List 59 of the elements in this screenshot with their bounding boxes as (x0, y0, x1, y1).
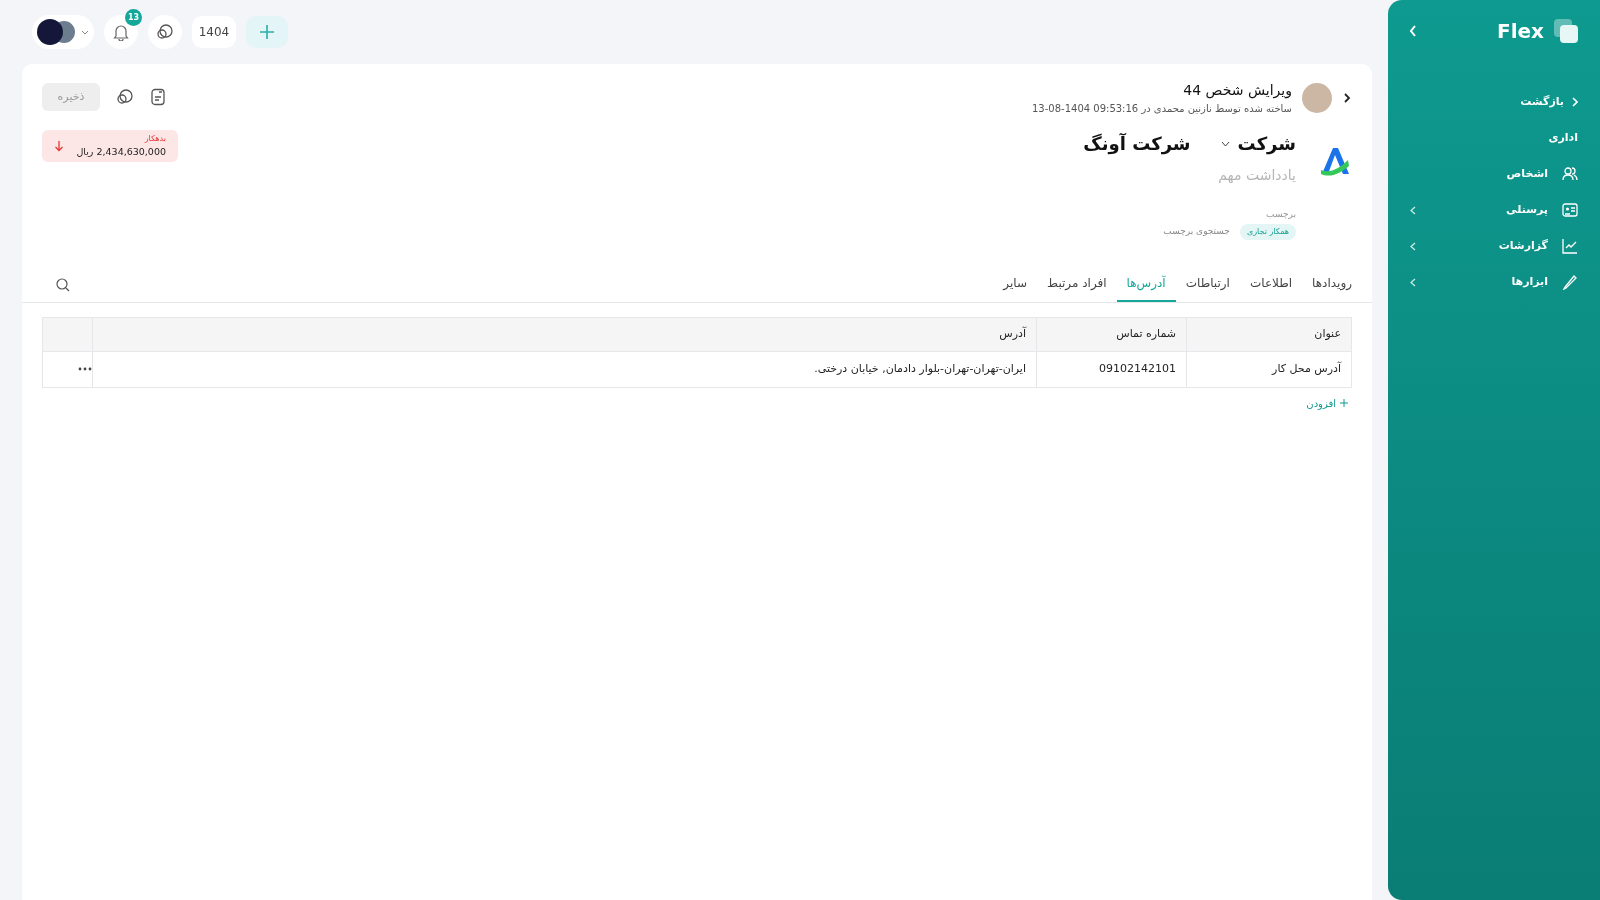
line-chart-icon (1562, 238, 1578, 254)
collapse-chevron-icon[interactable] (1408, 24, 1418, 38)
section-heading: اداری (1547, 129, 1578, 146)
document-icon[interactable] (150, 88, 166, 106)
created-info: ساخته شده توسط نازنین محمدی در 09:53:16 1404-08-13 (1031, 102, 1292, 116)
id-card-icon (1562, 202, 1578, 218)
chat-icon (156, 23, 174, 41)
notifications-button[interactable] (104, 15, 138, 49)
sidebar-item[interactable]: پرسنلی (1506, 201, 1578, 219)
avatar (1302, 83, 1332, 113)
tab[interactable]: آدرس‌ها (1116, 265, 1176, 302)
logo-text: Flex (1497, 18, 1544, 45)
tag-chip[interactable]: همکار تجاری (1239, 223, 1296, 240)
sidebar-item[interactable]: گزارشات (1498, 237, 1578, 255)
back-link[interactable]: بازگشت (1410, 84, 1578, 120)
plus-icon (260, 25, 274, 39)
chevron-right-icon[interactable] (1342, 91, 1352, 105)
logo-icon (1552, 17, 1580, 45)
tab[interactable]: اطلاعات (1239, 265, 1303, 302)
more-options-icon[interactable] (78, 367, 92, 371)
bell-icon (113, 23, 129, 41)
caret-icon (81, 29, 89, 35)
company-avatar (37, 19, 63, 45)
sidebar-item[interactable]: اشخاص (1506, 165, 1578, 183)
expand-chevron-icon[interactable] (1410, 277, 1416, 287)
pencil-icon (1562, 274, 1578, 290)
chevron-right-icon (1572, 97, 1578, 107)
company-name: شرکت آونگ (1083, 132, 1191, 157)
account-switcher[interactable] (32, 15, 94, 49)
column-header: آدرس (92, 317, 1037, 351)
expand-chevron-icon[interactable] (1410, 241, 1416, 251)
tab[interactable]: رویدادها (1302, 265, 1362, 302)
people-icon (1562, 166, 1578, 182)
add-button[interactable]: افزودن (1306, 395, 1348, 411)
column-header: شماره تماس (1036, 317, 1187, 351)
balance-label: بدهکار (143, 132, 166, 145)
table-cell: آدرس محل کار (1186, 351, 1352, 387)
tag-label: برچسب (1265, 208, 1296, 221)
tag-search-field[interactable]: جستجوی برچسب (1139, 224, 1230, 239)
page-title: ویرایش شخص 44 (1182, 81, 1292, 101)
tab[interactable]: افراد مرتبط (1037, 265, 1117, 302)
notification-badge: 13 (125, 9, 142, 26)
tab[interactable]: ارتباطات (1175, 265, 1240, 302)
table-cell: ایران-تهران-تهران-بلوار دادمان, خیابان درختی. (92, 351, 1037, 387)
sidebar-item[interactable]: ابزارها (1511, 273, 1578, 291)
tab[interactable]: سایر (993, 265, 1037, 302)
plus-icon (1340, 399, 1348, 407)
column-header: عنوان (1186, 317, 1352, 351)
balance-amount: 2,434,630,000 ریال (76, 144, 166, 159)
year-button[interactable]: 1404 (192, 16, 236, 48)
chat-icon[interactable] (116, 88, 134, 106)
chat-button[interactable] (148, 15, 182, 49)
type-dropdown[interactable]: شرکت (1220, 130, 1296, 157)
table-cell: 09102142101 (1036, 351, 1187, 387)
expand-chevron-icon[interactable] (1410, 205, 1416, 215)
note-field[interactable]: یادداشت مهم (1096, 165, 1296, 186)
arrow-down-icon (54, 140, 64, 152)
search-icon[interactable] (56, 277, 70, 292)
caret-icon (1220, 140, 1230, 147)
